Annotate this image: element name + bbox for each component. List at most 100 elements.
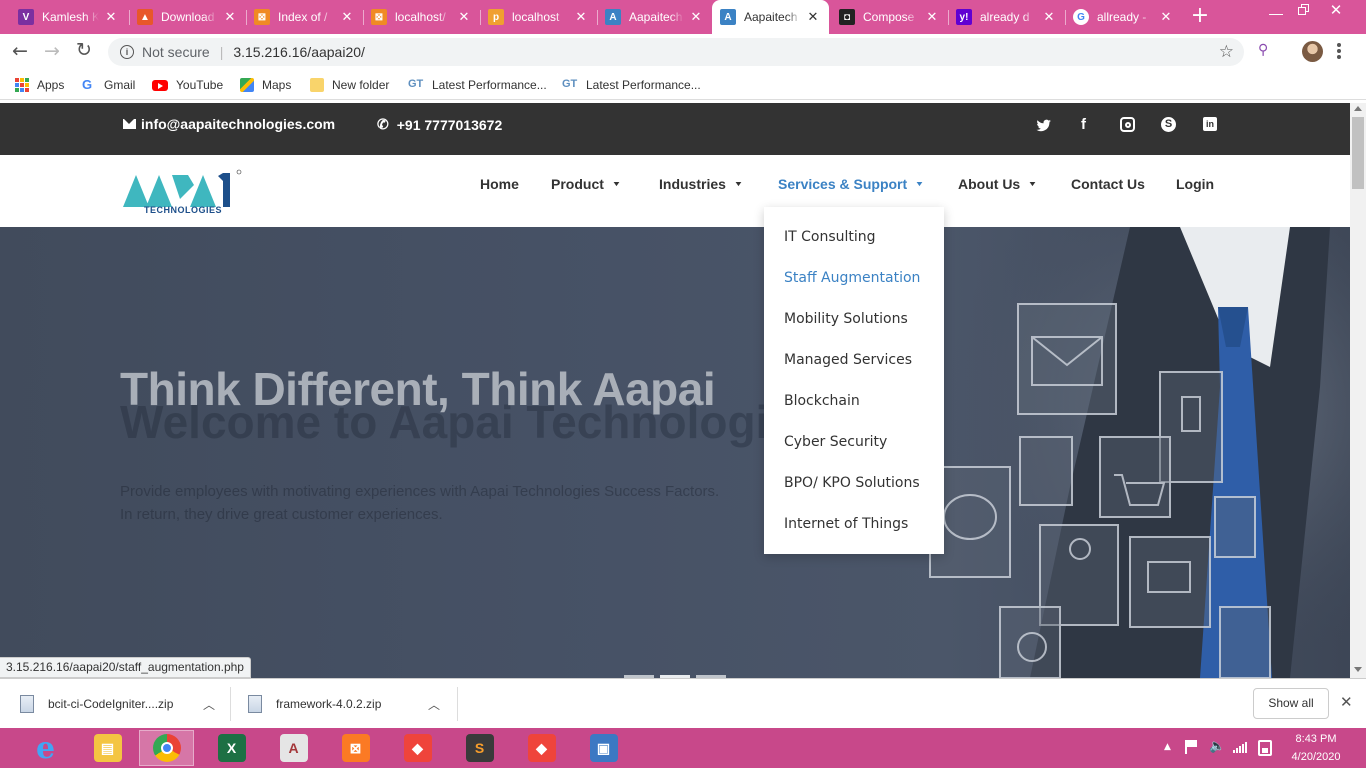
extension-search-icon[interactable]: ⚲	[1258, 42, 1276, 60]
taskbar-app[interactable]: ▣	[576, 730, 631, 766]
fire-icon: ▲	[137, 9, 153, 25]
a-icon: A	[605, 9, 621, 25]
nav-item-home[interactable]: Home	[480, 176, 519, 192]
site-logo[interactable]: TECHNOLOGIES	[122, 169, 244, 215]
browser-tab[interactable]: Gallready - ✕	[1065, 0, 1182, 34]
nav-item-login[interactable]: Login	[1176, 176, 1214, 192]
taskbar-app[interactable]: ◆	[514, 730, 569, 766]
network-icon[interactable]	[1233, 741, 1249, 753]
nav-item-industries[interactable]: Industries ▼	[659, 176, 743, 192]
dropdown-item[interactable]: Staff Augmentation	[784, 270, 920, 286]
bookmark-label: Latest Performance...	[586, 78, 701, 92]
download-filename: bcit-ci-CodeIgniter....zip	[48, 697, 174, 711]
bookmark-maps[interactable]: Maps	[240, 76, 291, 94]
tab-close-icon[interactable]: ✕	[456, 9, 472, 25]
download-item[interactable]: bcit-ci-CodeIgniter....zip ︿	[20, 679, 228, 729]
bookmark-gtmetrix-1[interactable]: GT Latest Performance...	[408, 76, 547, 94]
taskbar-app[interactable]	[139, 730, 194, 766]
bookmark-apps[interactable]: Apps	[15, 76, 64, 94]
tab-close-icon[interactable]: ✕	[573, 9, 589, 25]
scrollbar-thumb[interactable]	[1352, 117, 1364, 189]
address-separator: |	[219, 44, 224, 60]
browser-tab[interactable]: p localhost ✕	[480, 0, 597, 34]
back-button[interactable]: ←	[12, 40, 32, 62]
hero-ghost-line-1: Provide employees with motivating experi…	[120, 483, 720, 500]
browser-tab[interactable]: A Aapaitech ✕	[712, 0, 829, 34]
dropdown-item[interactable]: Mobility Solutions	[784, 311, 908, 327]
bookmark-gmail[interactable]: G Gmail	[82, 76, 135, 94]
browser-tab[interactable]: A Aapaitech ✕	[597, 0, 712, 34]
tab-close-icon[interactable]: ✕	[805, 9, 821, 25]
taskbar-app[interactable]: ⊠	[328, 730, 383, 766]
browser-tab[interactable]: ⊠ localhost/ ✕	[363, 0, 480, 34]
browser-tab[interactable]: V Kamlesh Kumar ✕	[10, 0, 127, 34]
taskbar-app[interactable]: e	[18, 730, 73, 766]
dropdown-item[interactable]: BPO/ KPO Solutions	[784, 475, 920, 491]
tab-close-icon[interactable]: ✕	[339, 9, 355, 25]
nav-label: Industries	[659, 176, 726, 192]
bookmark-new-folder[interactable]: New folder	[310, 76, 389, 94]
battery-icon[interactable]	[1258, 740, 1272, 756]
page-scrollbar[interactable]	[1350, 103, 1366, 678]
taskbar-app[interactable]: ▤	[80, 730, 135, 766]
restore-button[interactable]	[1298, 4, 1310, 16]
social-linkedin[interactable]: in	[1203, 117, 1217, 131]
nav-item-about-us[interactable]: About Us ▼	[958, 176, 1038, 192]
reload-button[interactable]: ↻	[76, 39, 96, 61]
social-skype[interactable]: S	[1161, 117, 1176, 132]
volume-icon[interactable]: 🔈	[1209, 739, 1225, 754]
show-all-button[interactable]: Show all	[1253, 688, 1329, 719]
taskbar-app[interactable]: S	[452, 730, 507, 766]
info-icon[interactable]: i	[120, 45, 134, 59]
minimize-button[interactable]	[1269, 8, 1283, 20]
tab-close-icon[interactable]: ✕	[1041, 9, 1057, 25]
chevron-up-icon[interactable]: ︿	[203, 696, 215, 713]
close-downloads-icon[interactable]: ✕	[1340, 693, 1353, 711]
tray-overflow-icon[interactable]: ▲	[1164, 742, 1171, 752]
tab-close-icon[interactable]: ✕	[222, 9, 238, 25]
bookmark-youtube[interactable]: YouTube	[152, 76, 223, 94]
dropdown-item[interactable]: Blockchain	[784, 393, 860, 409]
clock-time[interactable]: 8:43 PM	[1285, 733, 1347, 745]
contact-topbar: info@aapaitechnologies.com ✆ +91 7777013…	[0, 103, 1350, 155]
menu-icon[interactable]	[1337, 43, 1343, 61]
browser-tab[interactable]: y! already d ✕	[948, 0, 1065, 34]
taskbar-app[interactable]: A	[266, 730, 321, 766]
browser-tab[interactable]: ◘ Compose ✕	[831, 0, 948, 34]
taskbar-app[interactable]: X	[204, 730, 259, 766]
tab-close-icon[interactable]: ✕	[103, 9, 119, 25]
taskbar-app[interactable]: ◆	[390, 730, 445, 766]
browser-tab[interactable]: ▲ Download ✕	[129, 0, 246, 34]
clock-date[interactable]: 4/20/2020	[1285, 751, 1347, 763]
star-icon[interactable]: ☆	[1219, 42, 1234, 62]
nav-item-services-support[interactable]: Services & Support ▼	[778, 176, 924, 192]
download-item[interactable]: framework-4.0.2.zip ︿	[248, 679, 456, 729]
tab-close-icon[interactable]: ✕	[688, 9, 704, 25]
tab-close-icon[interactable]: ✕	[924, 9, 940, 25]
profile-avatar[interactable]	[1302, 41, 1323, 62]
chevron-up-icon[interactable]: ︿	[428, 696, 440, 713]
nav-item-contact-us[interactable]: Contact Us	[1071, 176, 1145, 192]
phone-link[interactable]: ✆ +91 7777013672	[377, 116, 502, 133]
dropdown-item[interactable]: IT Consulting	[784, 229, 876, 245]
new-tab-button[interactable]: +	[1188, 4, 1212, 28]
close-window-button[interactable]: ✕	[1326, 1, 1346, 19]
dropdown-item[interactable]: Managed Services	[784, 352, 912, 368]
facebook-icon: f	[1081, 116, 1086, 133]
forward-button[interactable]: →	[44, 40, 64, 62]
social-instagram[interactable]	[1120, 117, 1135, 132]
social-facebook[interactable]: f	[1081, 116, 1091, 133]
browser-tab[interactable]: ⊠ Index of / ✕	[246, 0, 363, 34]
nav-item-product[interactable]: Product ▼	[551, 176, 621, 192]
status-bar-url: 3.15.216.16/aapai20/staff_augmentation.p…	[0, 657, 251, 678]
address-bar[interactable]: i Not secure | 3.15.216.16/aapai20/ ☆	[108, 38, 1244, 66]
dropdown-item[interactable]: Internet of Things	[784, 516, 908, 532]
dropdown-item[interactable]: Cyber Security	[784, 434, 887, 450]
social-twitter[interactable]	[1036, 119, 1052, 135]
phone-icon: ✆	[377, 116, 389, 132]
flag-icon[interactable]	[1185, 740, 1197, 754]
bookmark-gtmetrix-2[interactable]: GT Latest Performance...	[562, 76, 701, 94]
tab-close-icon[interactable]: ✕	[1158, 9, 1174, 25]
apps-grid-icon	[15, 78, 29, 92]
email-link[interactable]: info@aapaitechnologies.com	[123, 116, 335, 132]
